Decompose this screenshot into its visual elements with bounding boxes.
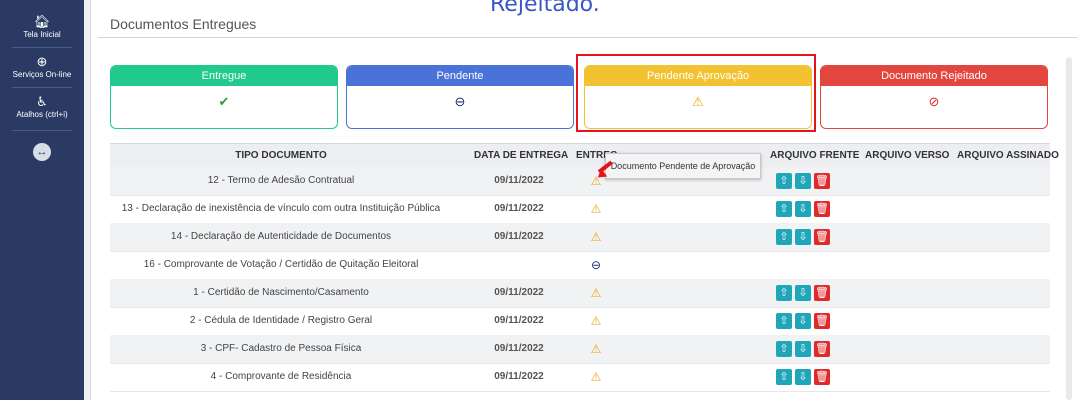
upload-icon[interactable]: ⇧ xyxy=(776,285,792,301)
file-actions: ⇧ ⇩ 🗑︎ xyxy=(776,341,833,357)
table-row: 12 - Termo de Adesão Contratual 09/11/202… xyxy=(110,167,1050,196)
warning-icon[interactable]: ⚠ xyxy=(584,279,608,307)
file-actions: ⇧ ⇩ 🗑︎ xyxy=(776,285,833,301)
status-card-label: Documento Rejeitado xyxy=(821,66,1047,86)
minus-circle-icon[interactable]: ⊖ xyxy=(584,251,608,279)
file-actions: ⇧ ⇩ 🗑︎ xyxy=(776,229,833,245)
table-row: 3 - CPF- Cadastro de Pessoa Física 09/11/… xyxy=(110,335,1050,364)
delivery-date-cell xyxy=(474,251,564,279)
status-card-4: Documento Rejeitado ⊘ xyxy=(820,65,1048,129)
document-type-cell: 14 - Declaração de Autenticidade de Docu… xyxy=(170,231,392,242)
file-actions: ⇧ ⇩ 🗑︎ xyxy=(776,369,833,385)
delivery-date-cell: 09/11/2022 xyxy=(494,175,544,186)
column-header-doc-type[interactable]: TIPO DOCUMENTO xyxy=(110,144,452,168)
sidebar-item-label: Atalhos (ctrl+i) xyxy=(16,110,68,119)
home-icon: 🏠︎ xyxy=(33,14,51,29)
delivery-date-cell: 09/11/2022 xyxy=(494,231,544,242)
table-row: 14 - Declaração de Autenticidade de Docu… xyxy=(110,223,1050,252)
status-card-label: Entregue xyxy=(111,66,337,86)
sidebar-item-label: Serviços On-line xyxy=(12,70,72,79)
overlay-caption: Rejeitado. xyxy=(490,0,600,17)
accessibility-icon: ♿︎ xyxy=(36,94,48,109)
column-header-file-front[interactable]: ARQUIVO FRENTE xyxy=(770,144,859,168)
warning-icon[interactable]: ⚠ xyxy=(584,223,608,251)
download-icon[interactable]: ⇩ xyxy=(795,341,811,357)
upload-icon[interactable]: ⇧ xyxy=(776,313,792,329)
delivery-date-cell: 09/11/2022 xyxy=(494,287,544,298)
highlight-box xyxy=(576,54,816,132)
trash-icon[interactable]: 🗑︎ xyxy=(814,173,830,189)
document-type-cell: 16 - Comprovante de Votação / Certidão d… xyxy=(143,259,419,270)
trash-icon[interactable]: 🗑︎ xyxy=(814,229,830,245)
warning-icon[interactable]: ⚠ xyxy=(584,195,608,223)
sidebar-toggle-button[interactable]: ↔ xyxy=(33,143,51,161)
arrows-horizontal-icon: ↔ xyxy=(36,146,48,158)
document-type-cell: 3 - CPF- Cadastro de Pessoa Física xyxy=(200,343,362,354)
table-header: TIPO DOCUMENTO DATA DE ENTREGA ENTREG AR… xyxy=(110,143,1059,168)
status-card-1: Entregue ✔ xyxy=(110,65,338,129)
table-row: 16 - Comprovante de Votação / Certidão d… xyxy=(110,251,1050,280)
table-row: 2 - Cédula de Identidade / Registro Gera… xyxy=(110,307,1050,336)
vertical-scrollbar[interactable] xyxy=(1066,57,1072,400)
sidebar-item-shortcuts[interactable]: ♿︎ Atalhos (ctrl+i) xyxy=(0,94,84,120)
check-icon: ✔ xyxy=(218,94,230,109)
trash-icon[interactable]: 🗑︎ xyxy=(814,285,830,301)
document-type-cell: 2 - Cédula de Identidade / Registro Gera… xyxy=(189,315,373,326)
file-actions: ⇧ ⇩ 🗑︎ xyxy=(776,201,833,217)
delivery-date-cell: 09/11/2022 xyxy=(494,203,544,214)
delivery-date-cell: 09/11/2022 xyxy=(494,343,544,354)
trash-icon[interactable]: 🗑︎ xyxy=(814,201,830,217)
column-header-delivery-date[interactable]: DATA DE ENTREGA xyxy=(474,144,568,168)
status-card-label: Pendente xyxy=(347,66,573,86)
trash-icon[interactable]: 🗑︎ xyxy=(814,313,830,329)
globe-icon: ⊕ xyxy=(36,54,48,69)
document-type-cell: 13 - Declaração de inexistência de víncu… xyxy=(121,203,441,214)
page-title: Documentos Entregues xyxy=(110,16,257,32)
status-card-2: Pendente ⊖ xyxy=(346,65,574,129)
sidebar-item-label: Tela Inicial xyxy=(23,30,61,39)
document-type-cell: 4 - Comprovante de Residência xyxy=(210,371,352,382)
download-icon[interactable]: ⇩ xyxy=(795,229,811,245)
sidebar: 🏠︎ Tela Inicial ⊕ Serviços On-line ♿︎ At… xyxy=(0,0,84,400)
trash-icon[interactable]: 🗑︎ xyxy=(814,369,830,385)
trash-icon[interactable]: 🗑︎ xyxy=(814,341,830,357)
column-header-file-back[interactable]: ARQUIVO VERSO xyxy=(865,144,949,168)
download-icon[interactable]: ⇩ xyxy=(795,369,811,385)
sidebar-divider xyxy=(12,130,72,131)
title-divider xyxy=(98,37,1077,38)
file-actions: ⇧ ⇩ 🗑︎ xyxy=(776,313,833,329)
sidebar-divider xyxy=(12,87,72,88)
document-type-cell: 12 - Termo de Adesão Contratual xyxy=(207,175,355,186)
upload-icon[interactable]: ⇧ xyxy=(776,369,792,385)
status-tooltip: Documento Pendente de Aprovação xyxy=(605,153,761,179)
file-actions: ⇧ ⇩ 🗑︎ xyxy=(776,173,833,189)
delivery-date-cell: 09/11/2022 xyxy=(494,315,544,326)
upload-icon[interactable]: ⇧ xyxy=(776,201,792,217)
sidebar-item-home[interactable]: 🏠︎ Tela Inicial xyxy=(0,14,84,40)
column-header-file-signed[interactable]: ARQUIVO ASSINADO xyxy=(957,144,1059,168)
upload-icon[interactable]: ⇧ xyxy=(776,173,792,189)
download-icon[interactable]: ⇩ xyxy=(795,285,811,301)
warning-icon[interactable]: ⚠ xyxy=(584,307,608,335)
download-icon[interactable]: ⇩ xyxy=(795,201,811,217)
download-icon[interactable]: ⇩ xyxy=(795,173,811,189)
sidebar-item-online-services[interactable]: ⊕ Serviços On-line xyxy=(0,54,84,80)
upload-icon[interactable]: ⇧ xyxy=(776,341,792,357)
download-icon[interactable]: ⇩ xyxy=(795,313,811,329)
table-row: 1 - Certidão de Nascimento/Casamento 09/1… xyxy=(110,279,1050,308)
table-row: 4 - Comprovante de Residência 09/11/2022 ⚠… xyxy=(110,363,1050,392)
ban-icon: ⊘ xyxy=(928,94,940,109)
document-type-cell: 1 - Certidão de Nascimento/Casamento xyxy=(193,287,369,298)
table-row: 13 - Declaração de inexistência de víncu… xyxy=(110,195,1050,224)
warning-icon[interactable]: ⚠ xyxy=(584,335,608,363)
warning-icon[interactable]: ⚠ xyxy=(584,363,608,391)
sidebar-gutter xyxy=(84,0,91,400)
upload-icon[interactable]: ⇧ xyxy=(776,229,792,245)
delivery-date-cell: 09/11/2022 xyxy=(494,371,544,382)
minus-circle-icon: ⊖ xyxy=(454,94,466,109)
sidebar-divider xyxy=(12,47,72,48)
